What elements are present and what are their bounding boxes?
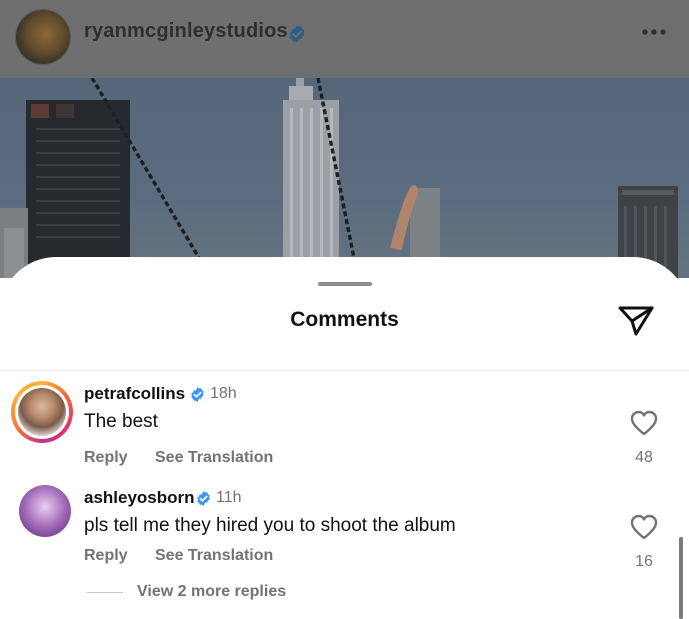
verified-badge-icon [289,25,305,43]
comment-avatar[interactable] [19,485,71,537]
verified-badge-icon [191,387,204,402]
see-translation-button[interactable]: See Translation [155,449,273,467]
comment-timestamp: 11h [216,489,242,506]
see-translation-button[interactable]: See Translation [155,547,273,565]
more-dots-icon[interactable] [641,28,667,36]
story-ring-gap [15,385,69,439]
reply-button[interactable]: Reply [84,547,128,565]
sheet-title: Comments [290,308,399,331]
post-author-username[interactable]: ryanmcginleystudios [84,20,288,43]
comment-username[interactable]: petrafcollins [84,384,185,404]
post-image[interactable] [0,78,689,278]
comment-text: The best [84,411,158,432]
post-author-avatar[interactable] [16,10,70,64]
verified-badge-icon [197,491,210,506]
view-more-replies-button[interactable]: View 2 more replies [137,583,286,601]
heart-icon[interactable] [630,514,658,540]
comment-avatar[interactable] [11,381,73,443]
scrollbar[interactable] [679,537,683,619]
avatar-photo [18,388,66,436]
sheet-drag-handle[interactable] [318,282,372,286]
comment-username[interactable]: ashleyosborn [84,488,195,508]
heart-icon[interactable] [630,410,658,436]
paper-plane-icon[interactable] [617,304,655,338]
like-count: 48 [635,449,653,466]
sheet-divider [0,370,689,371]
replies-connector-line [87,592,123,593]
comment-timestamp: 18h [210,385,237,402]
city-skyline-photo [0,78,678,278]
reply-button[interactable]: Reply [84,449,128,467]
comment-text: pls tell me they hired you to shoot the … [84,515,456,536]
post-header: ryanmcginleystudios [0,0,689,78]
like-count: 16 [635,553,653,570]
